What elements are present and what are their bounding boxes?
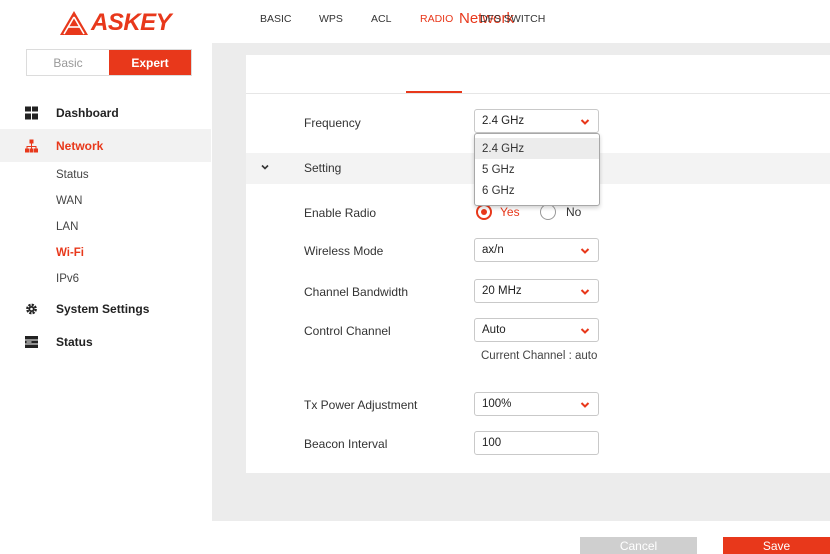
sidebar-item-network[interactable]: Network <box>0 129 211 162</box>
enable-radio-no-radio[interactable] <box>540 204 556 220</box>
chevron-down-icon <box>580 402 590 408</box>
sidebar-item-label: Status <box>56 334 93 349</box>
tab-radio[interactable]: RADIO <box>420 0 453 38</box>
askey-logo-icon <box>60 11 88 35</box>
frequency-value: 2.4 GHz <box>482 115 525 127</box>
tab-dfs-switch[interactable]: DFS SWITCH <box>480 0 545 38</box>
sidebar-item-status[interactable]: Status <box>0 325 211 358</box>
sidebar-subitem-ipv6[interactable]: IPv6 <box>0 266 211 292</box>
tx-power-select[interactable]: 100% <box>474 392 599 416</box>
chevron-down-icon <box>580 119 590 125</box>
tabs-divider <box>246 93 830 94</box>
beacon-interval-input[interactable]: 100 <box>474 431 599 455</box>
tx-power-label: Tx Power Adjustment <box>304 398 418 412</box>
wireless-mode-select[interactable]: ax/n <box>474 238 599 262</box>
sidebar-item-label: Network <box>56 138 104 153</box>
tab-basic[interactable]: BASIC <box>260 0 292 38</box>
expert-mode-button[interactable]: Expert <box>109 50 191 75</box>
chevron-down-icon <box>580 328 590 334</box>
dashboard-icon <box>25 106 38 119</box>
beacon-interval-value: 100 <box>482 437 502 449</box>
chevron-down-icon[interactable] <box>258 160 272 174</box>
sidebar-item-label: Dashboard <box>56 105 119 120</box>
enable-radio-yes-radio[interactable] <box>476 204 492 220</box>
frequency-select[interactable]: 2.4 GHz <box>474 109 599 133</box>
frequency-label: Frequency <box>304 116 361 130</box>
control-channel-value: Auto <box>482 324 506 336</box>
sidebar-item-dashboard[interactable]: Dashboard <box>0 96 211 129</box>
sidebar-subitem-lan[interactable]: LAN <box>0 214 211 240</box>
status-icon <box>25 335 38 348</box>
wireless-mode-label: Wireless Mode <box>304 244 384 258</box>
wireless-mode-value: ax/n <box>482 244 504 256</box>
sidebar-item-label: System Settings <box>56 301 150 316</box>
basic-mode-button[interactable]: Basic <box>27 50 109 75</box>
sidebar-subitem-status[interactable]: Status <box>0 162 211 188</box>
control-channel-label: Control Channel <box>304 324 391 338</box>
current-channel-text: Current Channel : auto <box>481 350 598 362</box>
sidebar: Dashboard Network Status WAN LAN Wi-Fi I… <box>0 96 211 358</box>
sidebar-subitem-wifi[interactable]: Wi-Fi <box>0 240 211 266</box>
channel-bandwidth-select[interactable]: 20 MHz <box>474 279 599 303</box>
enable-radio-label: Enable Radio <box>304 206 377 220</box>
setting-section-label: Setting <box>304 161 342 175</box>
frequency-option[interactable]: 5 GHz <box>475 159 599 180</box>
gear-icon <box>26 303 37 314</box>
frequency-dropdown: 2.4 GHz 5 GHz 6 GHz <box>474 133 600 206</box>
save-button[interactable]: Save <box>723 537 830 554</box>
tab-wps[interactable]: WPS <box>319 0 343 38</box>
sidebar-subitem-wan[interactable]: WAN <box>0 188 211 214</box>
channel-bandwidth-value: 20 MHz <box>482 285 522 297</box>
cancel-button[interactable]: Cancel <box>580 537 697 554</box>
tx-power-value: 100% <box>482 398 512 410</box>
frequency-option[interactable]: 6 GHz <box>475 180 599 201</box>
brand-name: ASKEY <box>91 9 172 36</box>
tab-acl[interactable]: ACL <box>371 0 391 38</box>
frequency-option[interactable]: 2.4 GHz <box>475 138 599 159</box>
network-icon <box>25 139 38 152</box>
beacon-interval-label: Beacon Interval <box>304 437 388 451</box>
control-channel-select[interactable]: Auto <box>474 318 599 342</box>
enable-radio-yes-label: Yes <box>500 205 520 219</box>
chevron-down-icon <box>580 248 590 254</box>
mode-switch: Basic Expert <box>26 49 192 76</box>
channel-bandwidth-label: Channel Bandwidth <box>304 285 409 299</box>
chevron-down-icon <box>580 289 590 295</box>
enable-radio-no-label: No <box>566 205 582 219</box>
askey-logo: ASKEY <box>59 8 172 38</box>
sidebar-item-system-settings[interactable]: System Settings <box>0 292 211 325</box>
